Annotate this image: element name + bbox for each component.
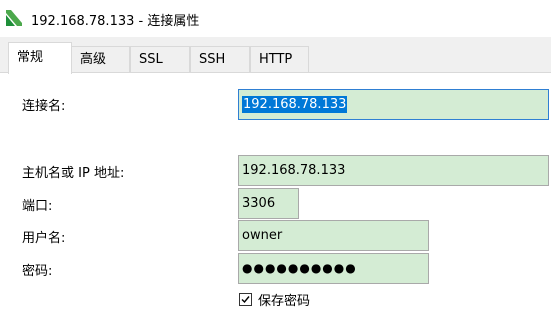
save-password-option[interactable]: 保存密码	[239, 290, 310, 309]
tab-label: SSL	[139, 52, 163, 67]
host-label: 主机名或 IP 地址:	[22, 166, 125, 181]
password-value: ●●●●●●●●●●	[242, 261, 357, 275]
tab-label: SSH	[199, 52, 226, 67]
host-input[interactable]: 192.168.78.133	[238, 155, 549, 186]
tab-label: HTTP	[259, 52, 293, 67]
password-input[interactable]: ●●●●●●●●●●	[238, 253, 429, 284]
connection-name-value: 192.168.78.133	[242, 96, 348, 113]
port-value: 3306	[242, 196, 276, 211]
username-label: 用户名:	[22, 231, 66, 246]
tab-ssh[interactable]: SSH	[190, 46, 250, 73]
tab-advanced[interactable]: 高级	[71, 46, 130, 73]
port-label: 端口:	[22, 199, 53, 214]
checkmark-icon	[241, 296, 250, 304]
navicat-app-icon	[5, 9, 23, 27]
save-password-checkbox[interactable]	[239, 293, 252, 306]
connection-name-label: 连接名:	[22, 99, 66, 114]
username-value: owner	[242, 228, 283, 243]
tab-label: 常规	[17, 50, 44, 65]
tab-label: 高级	[80, 52, 107, 67]
username-input[interactable]: owner	[238, 220, 429, 251]
tab-http[interactable]: HTTP	[250, 46, 309, 73]
tab-divider	[0, 72, 551, 73]
tab-strip: 常规 高级 SSL SSH HTTP	[0, 37, 551, 74]
title-bar: 192.168.78.133 - 连接属性	[0, 0, 551, 37]
window-title: 192.168.78.133 - 连接属性	[31, 14, 200, 29]
connection-name-input[interactable]: 192.168.78.133	[238, 89, 549, 120]
tab-general[interactable]: 常规	[8, 42, 72, 74]
password-label: 密码:	[22, 264, 53, 279]
port-input[interactable]: 3306	[238, 188, 299, 219]
save-password-label: 保存密码	[258, 294, 311, 309]
tab-ssl[interactable]: SSL	[130, 46, 190, 73]
host-value: 192.168.78.133	[242, 163, 346, 178]
